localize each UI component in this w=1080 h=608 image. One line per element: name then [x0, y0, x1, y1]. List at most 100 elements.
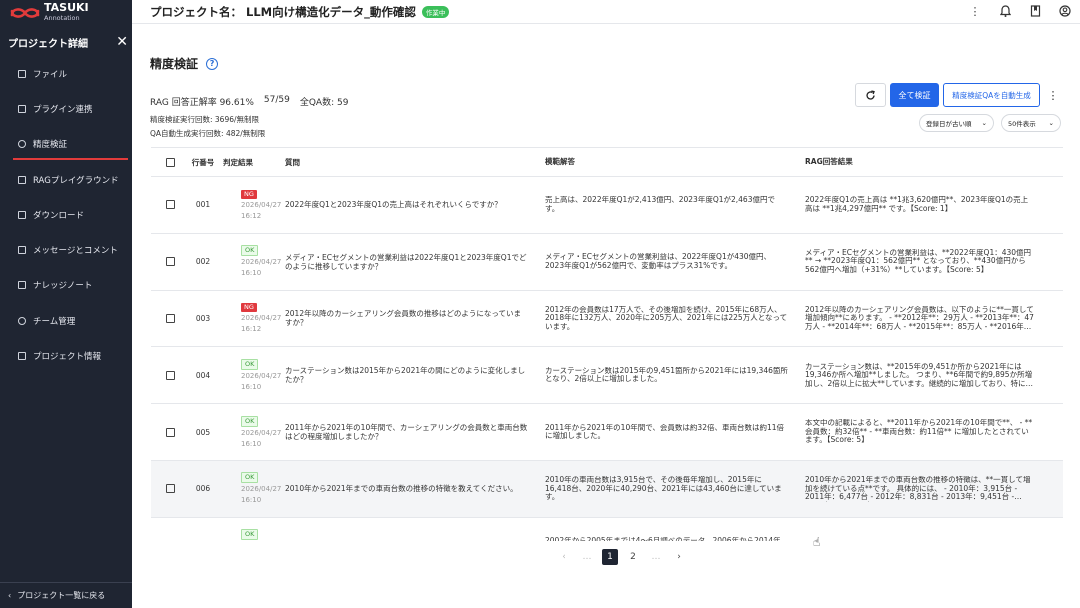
row-checkbox[interactable]	[165, 484, 175, 494]
sort-select[interactable]: 登録日が古い順 ⌄	[919, 114, 994, 132]
table-row[interactable]: 007OK2026/04/2716:10カーシェアリングの車両台数や会員数の調査…	[151, 518, 1063, 541]
sidebar-item-label: 精度検証	[33, 140, 68, 151]
page-1-button[interactable]: 1	[602, 549, 618, 565]
project-title: プロジェクト名： LLM向け構造化データ_動作確認	[150, 4, 416, 19]
refresh-icon	[866, 89, 875, 100]
info-icon	[18, 352, 26, 361]
answer-text: 2011年から2021年の10年間で、会員数は約32倍、車両台数は約11倍に増加…	[545, 423, 785, 441]
table-header: 行番号 判定結果 質問 模範解答 RAG回答結果	[151, 148, 1063, 177]
next-page-button[interactable]: ›	[671, 549, 687, 565]
team-icon	[18, 316, 26, 325]
verify-all-button[interactable]: 全て検証	[890, 83, 939, 107]
brand-name: TASUKI	[44, 1, 89, 14]
answer-text: カーステーション数は2015年の9,451箇所から2021年には19,346箇所…	[545, 366, 788, 384]
rag-result-text: メディア・ECセグメントの営業利益は、**2022年度Q1：430億円** → …	[805, 248, 1032, 274]
result-badge: OK	[241, 358, 259, 370]
result-time: 16:10	[241, 439, 262, 448]
sidebar-item-knowledge[interactable]: ナレッジノート	[0, 268, 132, 303]
row-number: 004	[195, 370, 211, 380]
sidebar-item-team[interactable]: チーム管理	[0, 303, 132, 338]
bell-icon[interactable]	[998, 4, 1012, 18]
chevron-down-icon: ⌄	[1048, 119, 1054, 127]
more-vertical-icon[interactable]: ⋮	[968, 4, 982, 18]
sidebar-item-file[interactable]: ファイル	[0, 56, 132, 91]
book-icon[interactable]	[1028, 4, 1042, 18]
row-checkbox[interactable]	[165, 313, 175, 323]
answer-text: 2010年の車両台数は3,915台で、その後毎年増加し、2015年に16,418…	[545, 476, 782, 502]
sidebar-item-messages[interactable]: メッセージとコメント	[0, 232, 132, 267]
per-page-value: 50件表示	[1008, 120, 1036, 128]
accuracy-count: 57/59	[263, 95, 290, 105]
sidebar-item-label: メッセージとコメント	[33, 246, 118, 257]
question-text: 2022年度Q1と2023年度Q1の売上高はそれぞれいくらですか？	[285, 200, 502, 210]
per-page-select[interactable]: 50件表示 ⌄	[1001, 114, 1061, 132]
question-text: 2012年以降のカーシェアリング会員数の推移はどのようになっていますか？	[285, 309, 522, 328]
sidebar-item-project-info[interactable]: プロジェクト情報	[0, 338, 132, 373]
col-result: 判定結果	[223, 157, 253, 167]
qa-total: 全QA数: 59	[299, 98, 349, 108]
autogen-qa-button[interactable]: 精度検証QAを自動生成	[943, 83, 1040, 107]
page-heading: 精度検証 ?	[150, 55, 219, 72]
header-actions: ⋮	[968, 4, 1072, 18]
result-cell: OK2026/04/27 16:10	[217, 245, 281, 278]
result-badge: OK	[241, 472, 259, 484]
table-row[interactable]: 005 OK 2026/04/27 16:10 2011年から2021年の10年間で、カ…	[151, 404, 1063, 461]
plugin-icon	[18, 104, 26, 113]
result-date: 2026/04/27	[241, 200, 282, 209]
accuracy-rate: RAG 回答正解率 96.61%	[150, 98, 254, 108]
result-date: 2026/04/27	[241, 371, 282, 380]
sidebar-item-plugin[interactable]: プラグイン連携	[0, 91, 132, 126]
sidebar-header: プロジェクト詳細 ✕	[8, 34, 128, 50]
verify-runs: 精度検証実行回数: 3696/無制限	[150, 115, 260, 124]
sidebar-title: プロジェクト詳細	[8, 38, 88, 50]
file-icon	[18, 69, 26, 78]
sort-value: 登録日が古い順	[926, 120, 972, 128]
table-row[interactable]: 002 OK 2026/04/27 16:10 メディア・ECセグメントの営業利益は20…	[151, 234, 1063, 291]
account-icon[interactable]	[1058, 4, 1072, 18]
help-icon[interactable]: ?	[206, 57, 219, 70]
result-badge: NG	[241, 189, 257, 199]
table-row[interactable]: 001 NG 2026/04/27 16:12 2022年度Q1と2023年度Q1の売上…	[151, 177, 1063, 234]
sidebar-item-label: ファイル	[33, 69, 68, 80]
chevron-left-icon: ‹	[8, 591, 12, 600]
brand-sub: Annotation	[44, 14, 80, 22]
pagination: ‹ … 1 2 … ›	[556, 549, 687, 565]
page-2-button[interactable]: 2	[625, 549, 641, 565]
chevron-down-icon: ⌄	[981, 119, 987, 127]
prev-page-button[interactable]: ‹	[556, 549, 572, 565]
result-date: 2026/04/27	[241, 485, 282, 494]
sidebar-item-label: チーム管理	[33, 316, 76, 327]
main-content: 精度検証 ? RAG 回答正解率 96.61% 57/59 全QA数: 59 精…	[132, 25, 1080, 608]
top-header: プロジェクト名： LLM向け構造化データ_動作確認 作業中 ⋮	[132, 0, 1080, 24]
col-answer: 模範解答	[545, 156, 575, 166]
accuracy-stats: RAG 回答正解率 96.61% 57/59 全QA数: 59	[150, 95, 348, 108]
sidebar-item-label: ダウンロード	[33, 210, 85, 221]
question-text: メディア・ECセグメントの営業利益は2022年度Q1と2023年度Q1でどのよう…	[285, 252, 527, 271]
row-number: 002	[195, 257, 211, 267]
sidebar-item-rag-playground[interactable]: RAGプレイグラウンド	[0, 162, 132, 197]
table-row[interactable]: 003 NG 2026/04/27 16:12 2012年以降のカーシェアリング会員数の…	[151, 291, 1063, 348]
question-text: 2010年から2021年までの車両台数の推移の特徴を教えてください。	[285, 484, 518, 494]
close-sidebar-icon[interactable]: ✕	[116, 34, 128, 50]
result-date: 2026/04/27	[241, 428, 282, 437]
rag-result-text: 2012年以降のカーシェアリング会員数は、以下のように**一貫して増加傾向**に…	[805, 305, 1034, 332]
table-row[interactable]: 004 OK 2026/04/27 16:10 カーステーション数は2015年から202…	[151, 347, 1063, 405]
back-to-projects-link[interactable]: ‹ プロジェクト一覧に戻る	[0, 582, 132, 608]
refresh-button[interactable]	[855, 83, 886, 107]
result-time: 16:10	[241, 496, 262, 505]
row-checkbox[interactable]	[165, 257, 175, 267]
sidebar-item-download[interactable]: ダウンロード	[0, 197, 132, 232]
row-checkbox[interactable]	[165, 200, 175, 210]
result-badge: NG	[241, 303, 257, 313]
question-text: カーステーション数は2015年から2021年の間にどのように変化しましたか？	[285, 366, 526, 385]
result-badge: OK	[241, 415, 259, 427]
select-all-checkbox[interactable]	[165, 157, 175, 167]
back-label: プロジェクト一覧に戻る	[17, 591, 106, 600]
sidebar-nav: ファイル プラグイン連携 精度検証 RAGプレイグラウンド ダウンロード メッセ…	[0, 56, 132, 374]
row-checkbox[interactable]	[165, 427, 175, 437]
rag-result-text: カーステーション数は、**2015年の9,451か所から2021年には19,34…	[805, 362, 1033, 389]
row-checkbox[interactable]	[165, 370, 175, 380]
sidebar-item-verify[interactable]: 精度検証	[0, 127, 132, 162]
more-options-icon[interactable]: ⋮	[1046, 85, 1060, 105]
table-row[interactable]: 006 OK 2026/04/27 16:10 2010年から2021年までの車両台数の…	[151, 460, 1063, 518]
